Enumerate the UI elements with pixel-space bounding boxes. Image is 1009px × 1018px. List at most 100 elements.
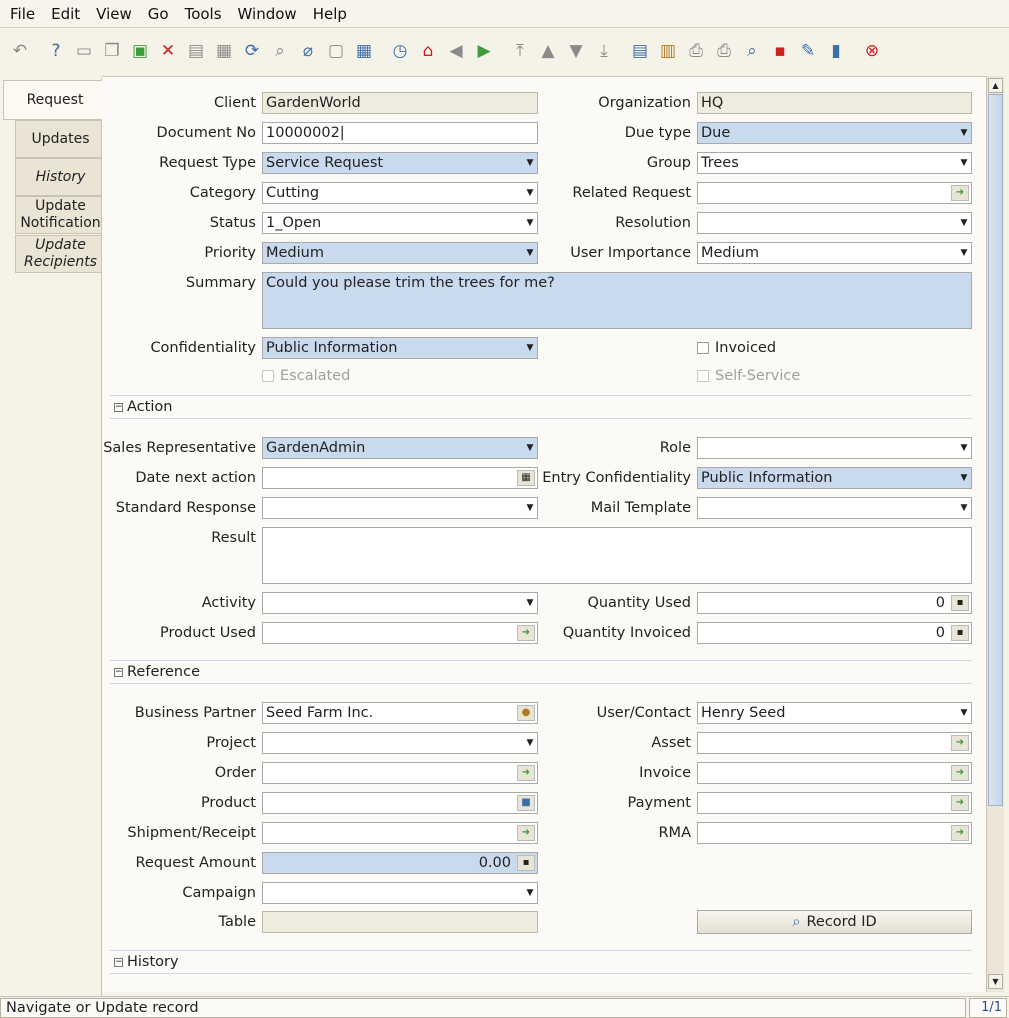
- role-select[interactable]: ▼: [697, 437, 972, 459]
- summary-textarea[interactable]: Could you please trim the trees for me?: [262, 272, 972, 329]
- escalated-checkbox[interactable]: Escalated: [262, 368, 350, 384]
- history-section-header[interactable]: − History: [110, 950, 972, 974]
- chat-icon[interactable]: ▢: [322, 37, 350, 65]
- next-record-icon[interactable]: ▼: [562, 37, 590, 65]
- resolution-select[interactable]: ▼: [697, 212, 972, 234]
- table-field[interactable]: [262, 911, 538, 933]
- quantity-invoiced-field[interactable]: 0 ▪: [697, 622, 972, 644]
- payment-field[interactable]: ➜: [697, 792, 972, 814]
- person-icon[interactable]: ●: [517, 705, 535, 721]
- invoice-field[interactable]: ➜: [697, 762, 972, 784]
- organization-field[interactable]: HQ: [697, 92, 972, 114]
- user-importance-select[interactable]: Medium ▼: [697, 242, 972, 264]
- rma-field[interactable]: ➜: [697, 822, 972, 844]
- save-icon[interactable]: ▣: [126, 37, 154, 65]
- record-id-button[interactable]: ⌕ Record ID: [697, 910, 972, 934]
- attachment-icon[interactable]: ⌀: [294, 37, 322, 65]
- print-icon[interactable]: ⎙: [710, 37, 738, 65]
- priority-select[interactable]: Medium ▼: [262, 242, 538, 264]
- scroll-down-icon[interactable]: ▼: [988, 974, 1003, 989]
- search-icon[interactable]: ➜: [517, 765, 535, 781]
- campaign-select[interactable]: ▼: [262, 882, 538, 904]
- history-icon[interactable]: ◷: [386, 37, 414, 65]
- self-service-checkbox[interactable]: Self-Service: [697, 368, 800, 384]
- menu-go[interactable]: Go: [140, 5, 177, 23]
- action-section-header[interactable]: − Action: [110, 395, 972, 419]
- category-select[interactable]: Cutting ▼: [262, 182, 538, 204]
- product-field[interactable]: ■: [262, 792, 538, 814]
- last-record-icon[interactable]: ⤓: [590, 37, 618, 65]
- menu-window[interactable]: Window: [230, 5, 305, 23]
- search-icon[interactable]: ➜: [951, 735, 969, 751]
- menu-help[interactable]: Help: [305, 5, 355, 23]
- scroll-up-icon[interactable]: ▲: [988, 78, 1003, 93]
- group-select[interactable]: Trees ▼: [697, 152, 972, 174]
- save-new-icon[interactable]: ▦: [210, 37, 238, 65]
- previous-icon[interactable]: ◀: [442, 37, 470, 65]
- activity-select[interactable]: ▼: [262, 592, 538, 614]
- tab-history[interactable]: History: [15, 158, 101, 196]
- scroll-thumb[interactable]: [988, 94, 1003, 806]
- request-amount-field[interactable]: 0.00 ▪: [262, 852, 538, 874]
- quantity-used-field[interactable]: 0 ▪: [697, 592, 972, 614]
- print-preview-icon[interactable]: ⎙: [682, 37, 710, 65]
- due-type-select[interactable]: Due ▼: [697, 122, 972, 144]
- result-textarea[interactable]: [262, 527, 972, 584]
- calculator-icon[interactable]: ▪: [951, 625, 969, 641]
- first-record-icon[interactable]: ⤒: [506, 37, 534, 65]
- tab-update-recipients[interactable]: Update Recipients: [15, 235, 101, 273]
- next-icon[interactable]: ▶: [470, 37, 498, 65]
- search-icon[interactable]: ➜: [951, 185, 969, 201]
- new-icon[interactable]: ▭: [70, 37, 98, 65]
- date-next-action-field[interactable]: ▦: [262, 467, 538, 489]
- business-partner-field[interactable]: Seed Farm Inc. ●: [262, 702, 538, 724]
- tab-update-notification[interactable]: Update Notification: [15, 196, 101, 234]
- product-used-field[interactable]: ➜: [262, 622, 538, 644]
- entry-confidentiality-select[interactable]: Public Information ▼: [697, 467, 972, 489]
- menu-edit[interactable]: Edit: [43, 5, 88, 23]
- archive-icon[interactable]: ▥: [654, 37, 682, 65]
- workflow-icon[interactable]: ▪: [766, 37, 794, 65]
- search-icon[interactable]: ➜: [517, 625, 535, 641]
- report-icon[interactable]: ▤: [626, 37, 654, 65]
- product-info-icon[interactable]: ▮: [822, 37, 850, 65]
- user-contact-select[interactable]: Henry Seed ▼: [697, 702, 972, 724]
- mail-template-select[interactable]: ▼: [697, 497, 972, 519]
- project-select[interactable]: ▼: [262, 732, 538, 754]
- exit-icon[interactable]: ⊗: [858, 37, 886, 65]
- calculator-icon[interactable]: ▪: [951, 595, 969, 611]
- product-icon[interactable]: ■: [517, 795, 535, 811]
- refresh-icon[interactable]: ⟳: [238, 37, 266, 65]
- request-type-select[interactable]: Service Request ▼: [262, 152, 538, 174]
- calendar-icon[interactable]: ▦: [517, 470, 535, 486]
- search-icon[interactable]: ➜: [951, 825, 969, 841]
- status-select[interactable]: 1_Open ▼: [262, 212, 538, 234]
- grid-toggle-icon[interactable]: ▦: [350, 37, 378, 65]
- document-no-field[interactable]: 10000002|: [262, 122, 538, 144]
- search-icon[interactable]: ➜: [517, 825, 535, 841]
- find-icon[interactable]: ⌕: [266, 37, 294, 65]
- search-icon[interactable]: ➜: [951, 765, 969, 781]
- help-icon[interactable]: ?: [42, 37, 70, 65]
- copy-icon[interactable]: ❐: [98, 37, 126, 65]
- tab-updates[interactable]: Updates: [15, 120, 101, 158]
- reference-section-header[interactable]: − Reference: [110, 660, 972, 684]
- sales-rep-select[interactable]: GardenAdmin ▼: [262, 437, 538, 459]
- zoom-across-icon[interactable]: ⌕: [738, 37, 766, 65]
- tab-request[interactable]: Request: [3, 80, 102, 120]
- confidentiality-select[interactable]: Public Information ▼: [262, 337, 538, 359]
- vertical-scrollbar[interactable]: ▲ ▼: [986, 76, 1004, 992]
- save-disabled-icon[interactable]: ▤: [182, 37, 210, 65]
- undo-icon[interactable]: ↶: [6, 37, 34, 65]
- standard-response-select[interactable]: ▼: [262, 497, 538, 519]
- asset-field[interactable]: ➜: [697, 732, 972, 754]
- previous-record-icon[interactable]: ▲: [534, 37, 562, 65]
- menu-file[interactable]: File: [2, 5, 43, 23]
- related-request-field[interactable]: ➜: [697, 182, 972, 204]
- menu-tools[interactable]: Tools: [177, 5, 230, 23]
- delete-icon[interactable]: ✕: [154, 37, 182, 65]
- record-counter[interactable]: 1/1: [969, 998, 1007, 1018]
- calculator-icon[interactable]: ▪: [517, 855, 535, 871]
- invoiced-checkbox[interactable]: Invoiced: [697, 340, 776, 356]
- request-icon[interactable]: ✎: [794, 37, 822, 65]
